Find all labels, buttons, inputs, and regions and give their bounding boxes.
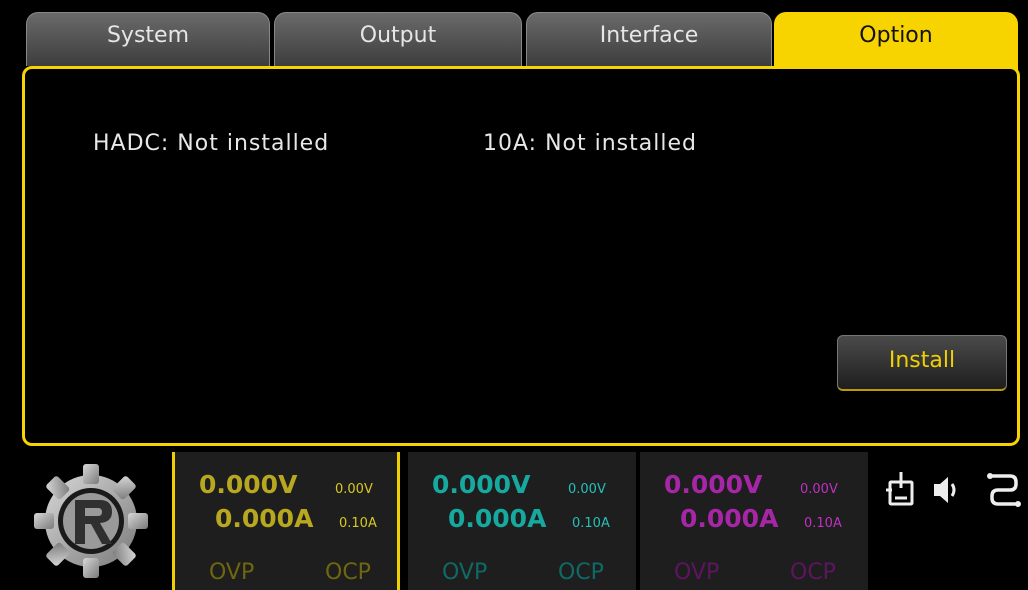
channel-3-ocp: OCP xyxy=(790,560,836,585)
lan-icon xyxy=(987,473,1021,507)
option-panel: HADC: Not installed 10A: Not installed I… xyxy=(22,66,1020,446)
10a-status: 10A: Not installed xyxy=(483,131,697,156)
tab-interface[interactable]: Interface xyxy=(526,12,772,66)
channel-1-ocp: OCP xyxy=(325,560,371,585)
channel-2-voltage: 0.000V xyxy=(432,470,531,499)
channel-1-current: 0.000A xyxy=(215,504,314,533)
channel-2-ovp: OVP xyxy=(442,560,488,585)
channel-1-voltage: 0.000V xyxy=(199,470,298,499)
install-button[interactable]: Install xyxy=(837,335,1007,391)
channel-3-ovp: OVP xyxy=(674,560,720,585)
channel-2-ocp: OCP xyxy=(558,560,604,585)
tab-output[interactable]: Output xyxy=(274,12,522,66)
tab-option[interactable]: Option xyxy=(774,12,1018,70)
channel-1-panel[interactable]: 0.000V 0.00V 0.000A 0.10A OVP OCP xyxy=(172,452,400,590)
channel-3-current: 0.000A xyxy=(680,504,779,533)
channel-3-set-current: 0.10A xyxy=(804,516,842,531)
rigol-logo-icon xyxy=(30,460,152,582)
channel-1-set-current: 0.10A xyxy=(339,516,377,531)
tab-bar: System Output Interface Option xyxy=(26,12,1018,70)
channel-2-set-current: 0.10A xyxy=(572,516,610,531)
hadc-status: HADC: Not installed xyxy=(93,131,330,156)
channel-1-ovp: OVP xyxy=(209,560,255,585)
channel-2-panel[interactable]: 0.000V 0.00V 0.000A 0.10A OVP OCP xyxy=(408,452,636,590)
channel-3-set-voltage: 0.00V xyxy=(800,482,838,497)
tab-system[interactable]: System xyxy=(26,12,270,66)
status-icons xyxy=(886,470,1022,510)
channel-2-set-voltage: 0.00V xyxy=(568,482,606,497)
channel-3-voltage: 0.000V xyxy=(664,470,763,499)
channel-3-panel[interactable]: 0.000V 0.00V 0.000A 0.10A OVP OCP xyxy=(640,452,868,590)
channel-2-current: 0.000A xyxy=(448,504,547,533)
channel-1-set-voltage: 0.00V xyxy=(335,482,373,497)
remote-lock-icon xyxy=(886,472,914,506)
speaker-icon xyxy=(934,477,956,503)
